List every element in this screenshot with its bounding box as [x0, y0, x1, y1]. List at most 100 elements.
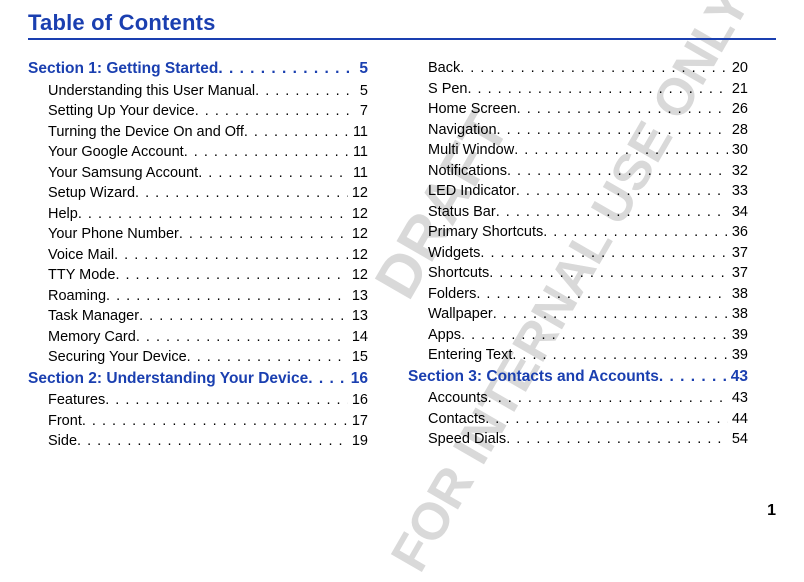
toc-label: Widgets	[428, 243, 480, 264]
toc-dots	[77, 431, 348, 452]
toc-page: 14	[348, 327, 368, 348]
toc-entry: Apps 39	[408, 325, 748, 346]
toc-page: 12	[348, 265, 368, 286]
toc-label: TTY Mode	[48, 265, 115, 286]
toc-dots	[485, 409, 728, 430]
toc-page: 33	[728, 181, 748, 202]
toc-page: 21	[728, 79, 748, 100]
toc-label: Roaming	[48, 286, 106, 307]
toc-page: 34	[728, 202, 748, 223]
toc-entry: Your Samsung Account 11	[28, 163, 368, 184]
toc-entry: Speed Dials 54	[408, 429, 748, 450]
toc-label: Navigation	[428, 120, 497, 141]
toc-page: 5	[355, 59, 368, 80]
toc-label: Side	[48, 431, 77, 452]
toc-label: Features	[48, 390, 105, 411]
toc-page: 37	[728, 263, 748, 284]
toc-dots	[506, 429, 728, 450]
toc-dots	[218, 59, 355, 80]
toc-label: LED Indicator	[428, 181, 516, 202]
toc-dots	[82, 411, 348, 432]
toc-entry: Voice Mail 12	[28, 245, 368, 266]
toc-entry: Wallpaper 38	[408, 304, 748, 325]
toc-entry: Roaming 13	[28, 286, 368, 307]
toc-entry: Status Bar 34	[408, 202, 748, 223]
toc-entry: Help 12	[28, 204, 368, 225]
toc-dots	[255, 81, 356, 102]
toc-page: 16	[348, 390, 368, 411]
toc-label: Turning the Device On and Off	[48, 122, 244, 143]
toc-dots	[198, 163, 349, 184]
toc-page: 28	[728, 120, 748, 141]
toc-entry: TTY Mode 12	[28, 265, 368, 286]
toc-page: 17	[348, 411, 368, 432]
toc-dots	[461, 325, 728, 346]
toc-dots	[139, 306, 348, 327]
toc-dots	[514, 140, 728, 161]
toc-dots	[516, 181, 728, 202]
toc-entry: Contacts 44	[408, 409, 748, 430]
toc-label: Securing Your Device	[48, 347, 187, 368]
toc-dots	[179, 224, 348, 245]
toc-entry: Your Google Account 11	[28, 142, 368, 163]
toc-dots	[105, 390, 348, 411]
toc-dots	[659, 367, 727, 388]
toc-page: 26	[728, 99, 748, 120]
toc-page: 38	[728, 304, 748, 325]
toc-page: 19	[348, 431, 368, 452]
toc-entry: Multi Window 30	[408, 140, 748, 161]
toc-page: 30	[728, 140, 748, 161]
toc-label: Contacts	[428, 409, 485, 430]
toc-label: Speed Dials	[428, 429, 506, 450]
toc-entry: Entering Text 39	[408, 345, 748, 366]
toc-entry: Securing Your Device 15	[28, 347, 368, 368]
toc-label: S Pen	[428, 79, 468, 100]
toc-label: Setup Wizard	[48, 183, 135, 204]
toc-left-column: Section 1: Getting Started 5 Understandin…	[28, 58, 368, 452]
toc-entry: Side 19	[28, 431, 368, 452]
toc-section: Section 3: Contacts and Accounts 43	[408, 367, 748, 388]
toc-dots	[106, 286, 348, 307]
toc-label: Back	[428, 58, 460, 79]
toc-label: Section 1: Getting Started	[28, 59, 218, 80]
toc-dots	[480, 243, 727, 264]
toc-label: Apps	[428, 325, 461, 346]
toc-label: Voice Mail	[48, 245, 114, 266]
toc-dots	[489, 263, 728, 284]
toc-page: 12	[348, 183, 368, 204]
toc-dots	[136, 327, 348, 348]
page-content: Table of Contents Section 1: Getting Sta…	[0, 0, 804, 462]
toc-page: 32	[728, 161, 748, 182]
toc-label: Wallpaper	[428, 304, 493, 325]
toc-dots	[135, 183, 348, 204]
toc-page: 39	[728, 345, 748, 366]
toc-entry: Notifications 32	[408, 161, 748, 182]
toc-entry: Shortcuts 37	[408, 263, 748, 284]
toc-entry: Navigation 28	[408, 120, 748, 141]
toc-page: 37	[728, 243, 748, 264]
toc-label: Your Google Account	[48, 142, 184, 163]
toc-entry: Primary Shortcuts 36	[408, 222, 748, 243]
toc-dots	[497, 120, 728, 141]
toc-dots	[512, 345, 727, 366]
toc-page: 36	[728, 222, 748, 243]
toc-dots	[244, 122, 349, 143]
toc-entry: Memory Card 14	[28, 327, 368, 348]
toc-label: Multi Window	[428, 140, 514, 161]
toc-page: 12	[348, 204, 368, 225]
toc-dots	[488, 388, 728, 409]
toc-entry: Setup Wizard 12	[28, 183, 368, 204]
toc-label: Understanding this User Manual	[48, 81, 255, 102]
toc-dots	[308, 369, 347, 390]
toc-label: Section 3: Contacts and Accounts	[408, 367, 659, 388]
toc-page: 43	[728, 388, 748, 409]
toc-label: Accounts	[428, 388, 488, 409]
page-title: Table of Contents	[28, 10, 776, 40]
toc-entry: Your Phone Number 12	[28, 224, 368, 245]
toc-label: Status Bar	[428, 202, 496, 223]
toc-label: Help	[48, 204, 78, 225]
toc-page: 13	[348, 306, 368, 327]
toc-page: 7	[356, 101, 368, 122]
toc-page: 11	[349, 163, 368, 184]
toc-entry: S Pen 21	[408, 79, 748, 100]
